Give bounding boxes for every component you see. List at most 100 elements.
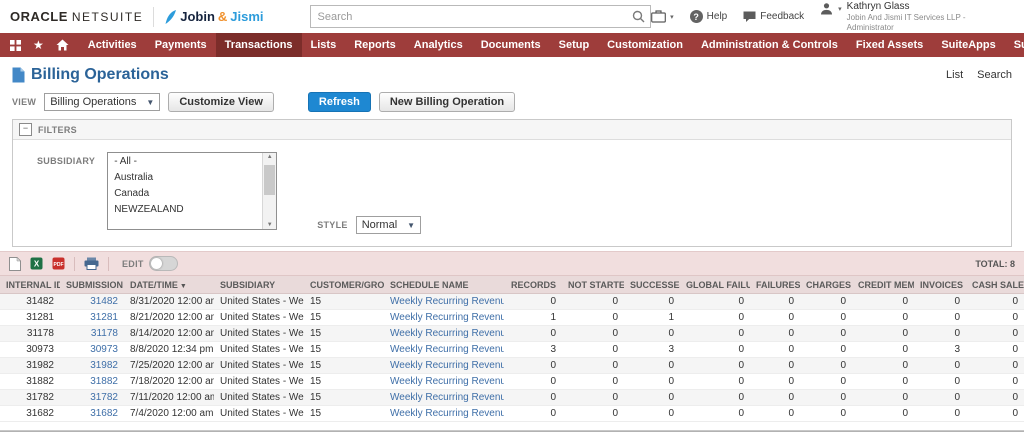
user-menu[interactable]: ▾ Kathryn Glass Jobin And Jismi IT Servi… — [820, 1, 1014, 32]
submission-id-link[interactable]: 31782 — [90, 392, 118, 403]
schedule-name-link[interactable]: Weekly Recurring Revenue — [390, 344, 504, 355]
topbar-right: ▾ ? Help Feedback ▾ Kathryn Glass Jobin — [651, 1, 1014, 32]
document-page-icon — [12, 67, 25, 83]
schedule-name-link[interactable]: Weekly Recurring Revenue — [390, 360, 504, 371]
schedule-name-link[interactable]: Weekly Recurring Revenue — [390, 328, 504, 339]
nav-item-payments[interactable]: Payments — [146, 33, 216, 57]
cell-charges: 0 — [800, 294, 852, 310]
feedback-menu[interactable]: Feedback — [743, 11, 804, 23]
cell-subsidiary: United States - West — [214, 342, 304, 358]
col-not-started[interactable]: NOT STARTED — [562, 276, 624, 294]
submission-id-link[interactable]: 31178 — [91, 328, 118, 339]
toggle-knob — [151, 258, 162, 269]
col-datetime[interactable]: DATE/TIME▼ — [124, 276, 214, 294]
submission-id-link[interactable]: 31882 — [90, 376, 118, 387]
cell-successes: 0 — [624, 390, 680, 406]
nav-item-customization[interactable]: Customization — [598, 33, 692, 57]
nav-item-setup[interactable]: Setup — [550, 33, 599, 57]
search-input[interactable] — [316, 10, 633, 24]
schedule-name-link[interactable]: Weekly Recurring Revenue — [390, 312, 504, 323]
style-select[interactable]: Normal ▼ — [356, 216, 421, 234]
col-schedule-name[interactable]: SCHEDULE NAME — [384, 276, 504, 294]
home-icon[interactable] — [56, 39, 69, 51]
nav-item-administration-controls[interactable]: Administration & Controls — [692, 33, 847, 57]
company-name-second: Jismi — [230, 9, 263, 24]
edit-label: EDIT — [122, 259, 144, 269]
cell-global-failures: 0 — [680, 390, 750, 406]
search-icon[interactable] — [632, 10, 645, 23]
schedule-name-link[interactable]: Weekly Recurring Revenue — [390, 392, 504, 403]
help-menu[interactable]: ? Help — [690, 10, 728, 23]
schedule-name-link[interactable]: Weekly Recurring Revenue — [390, 376, 504, 387]
favorites-star-icon[interactable]: ★ — [33, 39, 44, 51]
subsidiary-option-newzealand[interactable]: NEWZEALAND — [108, 201, 276, 217]
subsidiary-listbox[interactable]: - All - Australia Canada NEWZEALAND ▲ ▼ — [107, 152, 277, 230]
table-body: 31482 31482 8/31/2020 12:00 am United St… — [0, 294, 1024, 422]
scrollbar-thumb[interactable] — [264, 165, 275, 195]
caret-down-icon: ▾ — [838, 5, 842, 13]
subsidiary-option-australia[interactable]: Australia — [108, 169, 276, 185]
submission-id-link[interactable]: 31482 — [90, 296, 118, 307]
col-submission-id[interactable]: SUBMISSION ID — [60, 276, 124, 294]
nav-item-lists[interactable]: Lists — [302, 33, 346, 57]
cell-cash-sales: 0 — [966, 310, 1024, 326]
col-invoices[interactable]: INVOICES — [914, 276, 966, 294]
customize-view-button[interactable]: Customize View — [168, 92, 274, 112]
refresh-button[interactable]: Refresh — [308, 92, 371, 112]
scroll-up-icon[interactable]: ▲ — [267, 154, 273, 160]
col-subsidiary[interactable]: SUBSIDIARY — [214, 276, 304, 294]
scroll-down-icon[interactable]: ▼ — [267, 222, 273, 228]
export-pdf-icon[interactable]: PDF — [52, 257, 65, 270]
submission-id-link[interactable]: 31682 — [90, 408, 118, 419]
cell-charges: 0 — [800, 390, 852, 406]
global-search-box[interactable] — [310, 5, 652, 28]
submission-id-link[interactable]: 31281 — [90, 312, 118, 323]
cell-subsidiary: United States - West — [214, 326, 304, 342]
nav-item-support[interactable]: Support — [1005, 33, 1024, 57]
search-link[interactable]: Search — [977, 69, 1012, 81]
schedule-name-link[interactable]: Weekly Recurring Revenue — [390, 296, 504, 307]
collapse-icon[interactable]: − — [19, 123, 32, 136]
apps-grid-icon[interactable] — [10, 40, 21, 51]
submission-id-link[interactable]: 30973 — [90, 344, 118, 355]
cell-subsidiary: United States - West — [214, 310, 304, 326]
col-cash-sales[interactable]: CASH SALES — [966, 276, 1024, 294]
cell-not-started: 0 — [562, 358, 624, 374]
col-records[interactable]: RECORDS — [504, 276, 562, 294]
nav-item-reports[interactable]: Reports — [345, 33, 405, 57]
col-credit-memos[interactable]: CREDIT MEMOS — [852, 276, 914, 294]
new-billing-operation-button[interactable]: New Billing Operation — [379, 92, 515, 112]
nav-item-activities[interactable]: Activities — [79, 33, 146, 57]
nav-item-documents[interactable]: Documents — [472, 33, 550, 57]
nav-item-suiteapps[interactable]: SuiteApps — [932, 33, 1004, 57]
table-row: 31882 31882 7/18/2020 12:00 am United St… — [0, 374, 1024, 390]
col-charges[interactable]: CHARGES — [800, 276, 852, 294]
print-icon[interactable] — [84, 257, 99, 270]
view-select[interactable]: Billing Operations ▼ — [44, 93, 160, 111]
col-successes[interactable]: SUCCESSES — [624, 276, 680, 294]
toolbar-divider — [74, 257, 75, 271]
list-link[interactable]: List — [946, 69, 963, 81]
col-customer-group[interactable]: CUSTOMER/GROUP — [304, 276, 384, 294]
col-failures[interactable]: FAILURES — [750, 276, 800, 294]
filters-header[interactable]: − FILTERS — [13, 120, 1011, 140]
export-csv-icon[interactable]: X — [30, 257, 43, 270]
cell-successes: 0 — [624, 326, 680, 342]
cell-credit-memos: 0 — [852, 310, 914, 326]
nav-item-analytics[interactable]: Analytics — [405, 33, 472, 57]
edit-toggle[interactable] — [149, 256, 178, 271]
nav-item-transactions[interactable]: Transactions — [216, 33, 302, 57]
cell-cash-sales: 0 — [966, 342, 1024, 358]
nav-item-fixed-assets[interactable]: Fixed Assets — [847, 33, 932, 57]
col-internal-id[interactable]: INTERNAL ID — [0, 276, 60, 294]
roles-menu[interactable]: ▾ — [651, 10, 674, 23]
cell-credit-memos: 0 — [852, 358, 914, 374]
cell-invoices: 0 — [914, 294, 966, 310]
cell-schedule-name: Weekly Recurring Revenue — [384, 374, 504, 390]
subsidiary-option-canada[interactable]: Canada — [108, 185, 276, 201]
schedule-name-link[interactable]: Weekly Recurring Revenue — [390, 408, 504, 419]
col-global-failures[interactable]: GLOBAL FAILURES — [680, 276, 750, 294]
subsidiary-option-all[interactable]: - All - — [108, 153, 276, 169]
new-page-icon[interactable] — [9, 257, 21, 271]
submission-id-link[interactable]: 31982 — [90, 360, 118, 371]
